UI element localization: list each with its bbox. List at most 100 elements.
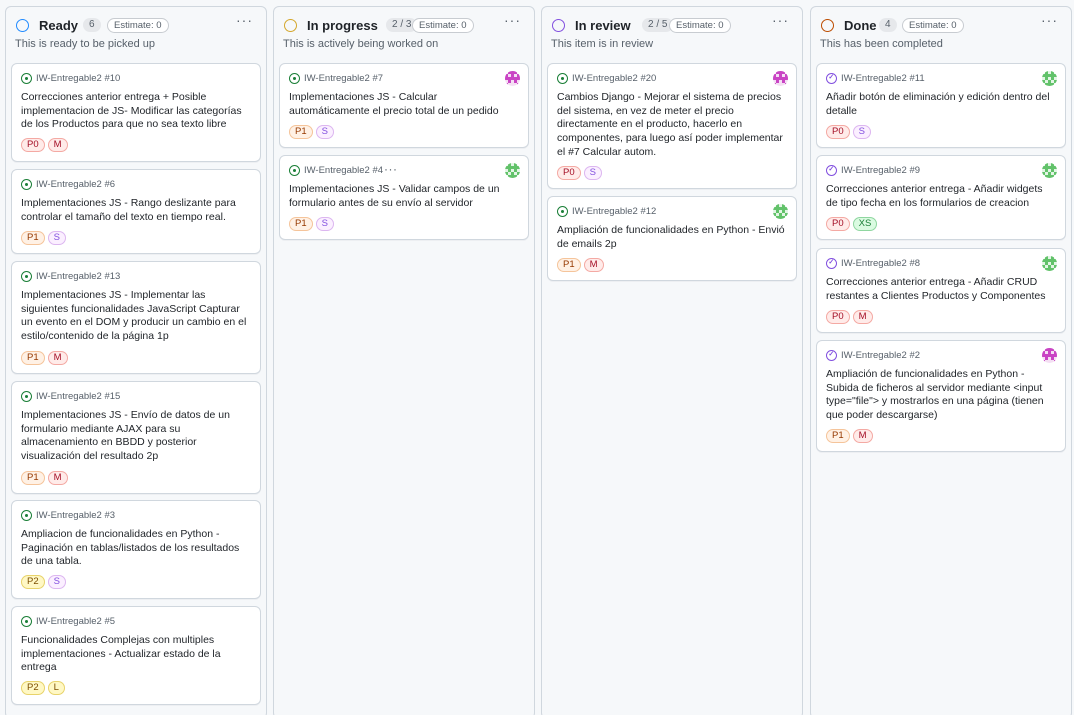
status-circle-icon	[821, 19, 834, 32]
issue-labels: P0 S	[557, 166, 605, 180]
label-p1[interactable]: P1	[826, 429, 850, 443]
column-more-options-icon[interactable]: ···	[236, 12, 253, 28]
issue-title[interactable]: Implementaciones JS - Rango deslizante p…	[21, 197, 251, 224]
issue-closed-icon	[826, 258, 837, 269]
card-more-options-icon[interactable]: ···	[384, 162, 398, 176]
label-s[interactable]: S	[47, 231, 66, 245]
label-p2[interactable]: P2	[21, 681, 45, 695]
issue-open-icon	[557, 73, 568, 84]
issue-reference[interactable]: IW-Entregable2 #9	[841, 165, 920, 176]
label-m[interactable]: M	[47, 471, 68, 485]
issue-title[interactable]: Implementaciones JS - Calcular automátic…	[289, 91, 519, 118]
label-p0[interactable]: P0	[557, 166, 581, 180]
assignee-avatar[interactable]	[505, 163, 520, 178]
column-in-review: In review 2 / 5 Estimate: 0 ··· This item is…	[541, 6, 803, 715]
label-p0[interactable]: P0	[21, 138, 45, 152]
issue-labels: P1 M	[826, 429, 876, 443]
issue-reference[interactable]: IW-Entregable2 #20	[572, 73, 656, 84]
issue-title[interactable]: Ampliación de funcionalidades en Python …	[557, 224, 787, 251]
label-p0[interactable]: P0	[826, 310, 850, 324]
issue-card[interactable]: IW-Entregable2 #5 Funcionalidades Complej…	[11, 606, 261, 705]
label-m[interactable]: M	[583, 258, 604, 272]
label-p1[interactable]: P1	[557, 258, 581, 272]
issue-title[interactable]: Correcciones anterior entrega + Posible …	[21, 91, 251, 132]
status-circle-icon	[16, 19, 29, 32]
label-m[interactable]: M	[47, 138, 68, 152]
issue-card[interactable]: IW-Entregable2 #9 Correcciones anterior e…	[816, 155, 1066, 240]
label-s[interactable]: S	[47, 575, 66, 589]
issue-labels: P1 S	[289, 217, 337, 231]
column-in-progress: In progress 2 / 3 Estimate: 0 ··· This is ac…	[273, 6, 535, 715]
issue-title[interactable]: Ampliación de funcionalidades en Python …	[826, 368, 1056, 423]
issue-card[interactable]: IW-Entregable2 #15 Implementaciones JS - …	[11, 381, 261, 494]
issue-reference[interactable]: IW-Entregable2 #6	[36, 179, 115, 190]
label-p1[interactable]: P1	[21, 471, 45, 485]
issue-card[interactable]: IW-Entregable2 #11 Añadir botón de elimin…	[816, 63, 1066, 148]
column-more-options-icon[interactable]: ···	[504, 12, 521, 28]
issue-card[interactable]: IW-Entregable2 #2 Ampliación de funcional…	[816, 340, 1066, 452]
issue-reference[interactable]: IW-Entregable2 #3	[36, 510, 115, 521]
assignee-avatar[interactable]	[505, 71, 520, 86]
issue-card[interactable]: IW-Entregable2 #13 Implementaciones JS - …	[11, 261, 261, 374]
label-l[interactable]: L	[47, 681, 65, 695]
issue-title[interactable]: Funcionalidades Complejas con multiples …	[21, 634, 251, 675]
label-p0[interactable]: P0	[826, 217, 850, 231]
issue-open-icon	[557, 206, 568, 217]
issue-card[interactable]: IW-Entregable2 #6 Implementaciones JS - R…	[11, 169, 261, 254]
label-s[interactable]: S	[852, 125, 871, 139]
issue-title[interactable]: Correcciones anterior entrega - Añadir C…	[826, 276, 1056, 303]
project-board: Ready 6 Estimate: 0 ··· This is ready to be …	[0, 0, 1074, 715]
assignee-avatar[interactable]	[1042, 163, 1057, 178]
column-title: In review	[575, 18, 631, 33]
issue-card[interactable]: IW-Entregable2 #8 Correcciones anterior e…	[816, 248, 1066, 333]
issue-card[interactable]: IW-Entregable2 #4 ··· Implementaciones JS …	[279, 155, 529, 240]
column-more-options-icon[interactable]: ···	[1041, 12, 1058, 28]
issue-open-icon	[21, 271, 32, 282]
issue-reference[interactable]: IW-Entregable2 #12	[572, 206, 656, 217]
issue-title[interactable]: Añadir botón de eliminación y edición de…	[826, 91, 1056, 118]
assignee-avatar[interactable]	[773, 204, 788, 219]
label-p1[interactable]: P1	[21, 231, 45, 245]
label-p1[interactable]: P1	[289, 125, 313, 139]
issue-title[interactable]: Ampliacion de funcionalidades en Python …	[21, 528, 251, 569]
column-more-options-icon[interactable]: ···	[772, 12, 789, 28]
issue-reference[interactable]: IW-Entregable2 #15	[36, 391, 120, 402]
issue-reference[interactable]: IW-Entregable2 #8	[841, 258, 920, 269]
label-p2[interactable]: P2	[21, 575, 45, 589]
issue-open-icon	[21, 391, 32, 402]
label-xs[interactable]: XS	[852, 217, 878, 231]
issue-open-icon	[289, 73, 300, 84]
issue-reference[interactable]: IW-Entregable2 #7	[304, 73, 383, 84]
issue-reference[interactable]: IW-Entregable2 #11	[841, 73, 925, 84]
label-s[interactable]: S	[583, 166, 602, 180]
issue-reference[interactable]: IW-Entregable2 #13	[36, 271, 120, 282]
issue-reference[interactable]: IW-Entregable2 #4	[304, 165, 383, 176]
assignee-avatar[interactable]	[1042, 256, 1057, 271]
issue-title[interactable]: Implementaciones JS - Validar campos de …	[289, 183, 519, 210]
issue-card[interactable]: IW-Entregable2 #3 Ampliacion de funcional…	[11, 500, 261, 599]
label-s[interactable]: S	[315, 217, 334, 231]
issue-reference[interactable]: IW-Entregable2 #10	[36, 73, 120, 84]
column-title: Done	[844, 18, 877, 33]
label-m[interactable]: M	[852, 310, 873, 324]
label-p0[interactable]: P0	[826, 125, 850, 139]
issue-card[interactable]: IW-Entregable2 #12 Ampliación de funciona…	[547, 196, 797, 281]
assignee-avatar[interactable]	[773, 71, 788, 86]
issue-title[interactable]: Correcciones anterior entrega - Añadir w…	[826, 183, 1056, 210]
issue-reference[interactable]: IW-Entregable2 #5	[36, 616, 115, 627]
label-m[interactable]: M	[852, 429, 873, 443]
issue-title[interactable]: Implementaciones JS - Envío de datos de …	[21, 409, 251, 464]
issue-open-icon	[289, 165, 300, 176]
issue-title[interactable]: Cambios Django - Mejorar el sistema de p…	[557, 91, 787, 160]
issue-card[interactable]: IW-Entregable2 #7 Implementaciones JS - C…	[279, 63, 529, 148]
issue-card[interactable]: IW-Entregable2 #20 Cambios Django - Mejor…	[547, 63, 797, 189]
label-p1[interactable]: P1	[289, 217, 313, 231]
assignee-avatar[interactable]	[1042, 71, 1057, 86]
issue-reference[interactable]: IW-Entregable2 #2	[841, 350, 920, 361]
label-p1[interactable]: P1	[21, 351, 45, 365]
issue-title[interactable]: Implementaciones JS - Implementar las si…	[21, 289, 251, 344]
issue-card[interactable]: IW-Entregable2 #10 Correcciones anterior …	[11, 63, 261, 162]
label-m[interactable]: M	[47, 351, 68, 365]
label-s[interactable]: S	[315, 125, 334, 139]
assignee-avatar[interactable]	[1042, 348, 1057, 363]
